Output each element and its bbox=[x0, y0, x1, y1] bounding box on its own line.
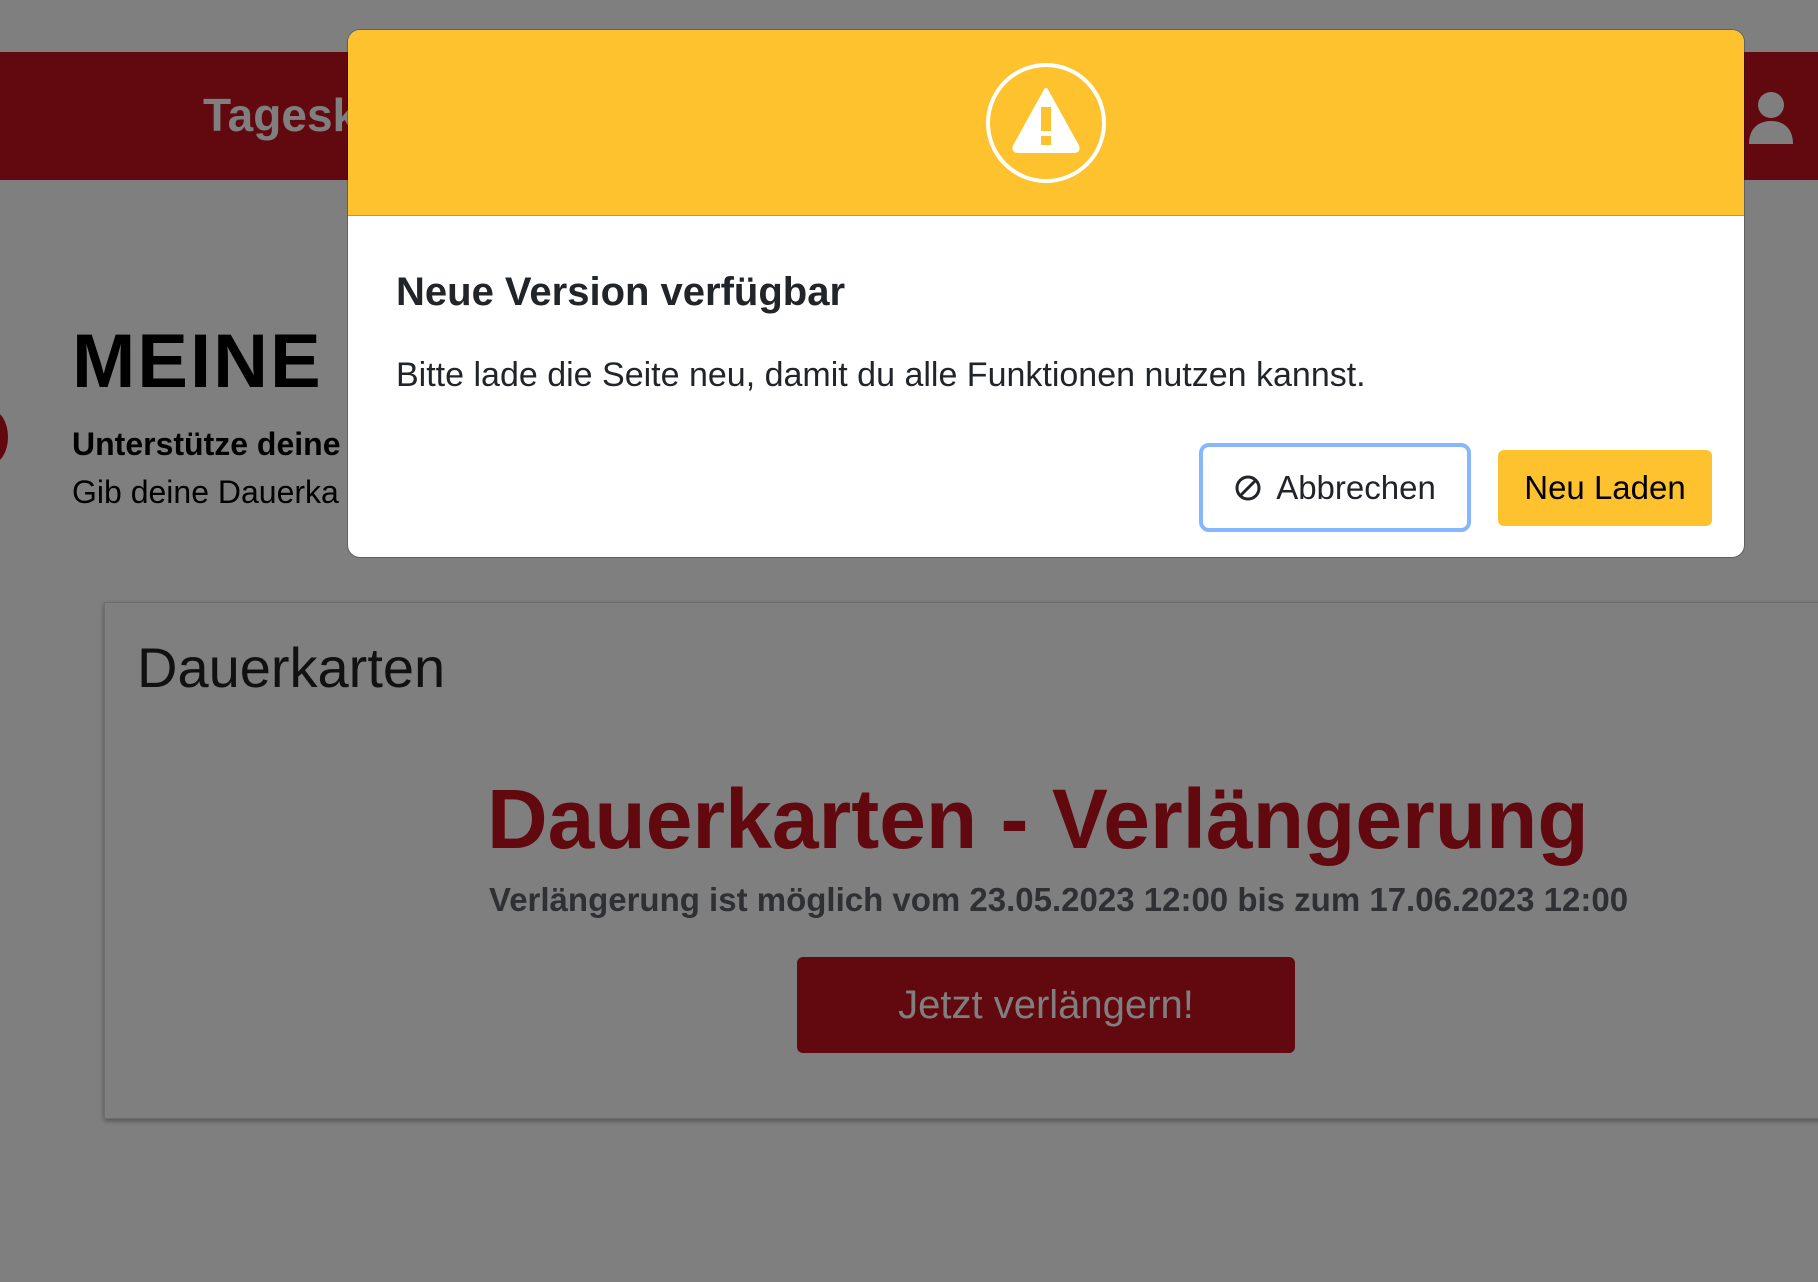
reload-button[interactable]: Neu Laden bbox=[1498, 450, 1712, 526]
cancel-icon bbox=[1235, 475, 1261, 500]
dialog-header bbox=[348, 30, 1744, 216]
page: Tagesk MEINE D Unterstütze deine Gib dei… bbox=[0, 0, 1818, 1282]
warning-icon bbox=[986, 63, 1106, 183]
dialog-title: Neue Version verfügbar bbox=[396, 270, 846, 314]
cancel-button[interactable]: Abbrechen bbox=[1199, 443, 1471, 532]
cancel-button-label: Abbrechen bbox=[1276, 468, 1436, 506]
new-version-dialog: Neue Version verfügbar Bitte lade die Se… bbox=[348, 30, 1744, 557]
dialog-message: Bitte lade die Seite neu, damit du alle … bbox=[396, 356, 1366, 394]
